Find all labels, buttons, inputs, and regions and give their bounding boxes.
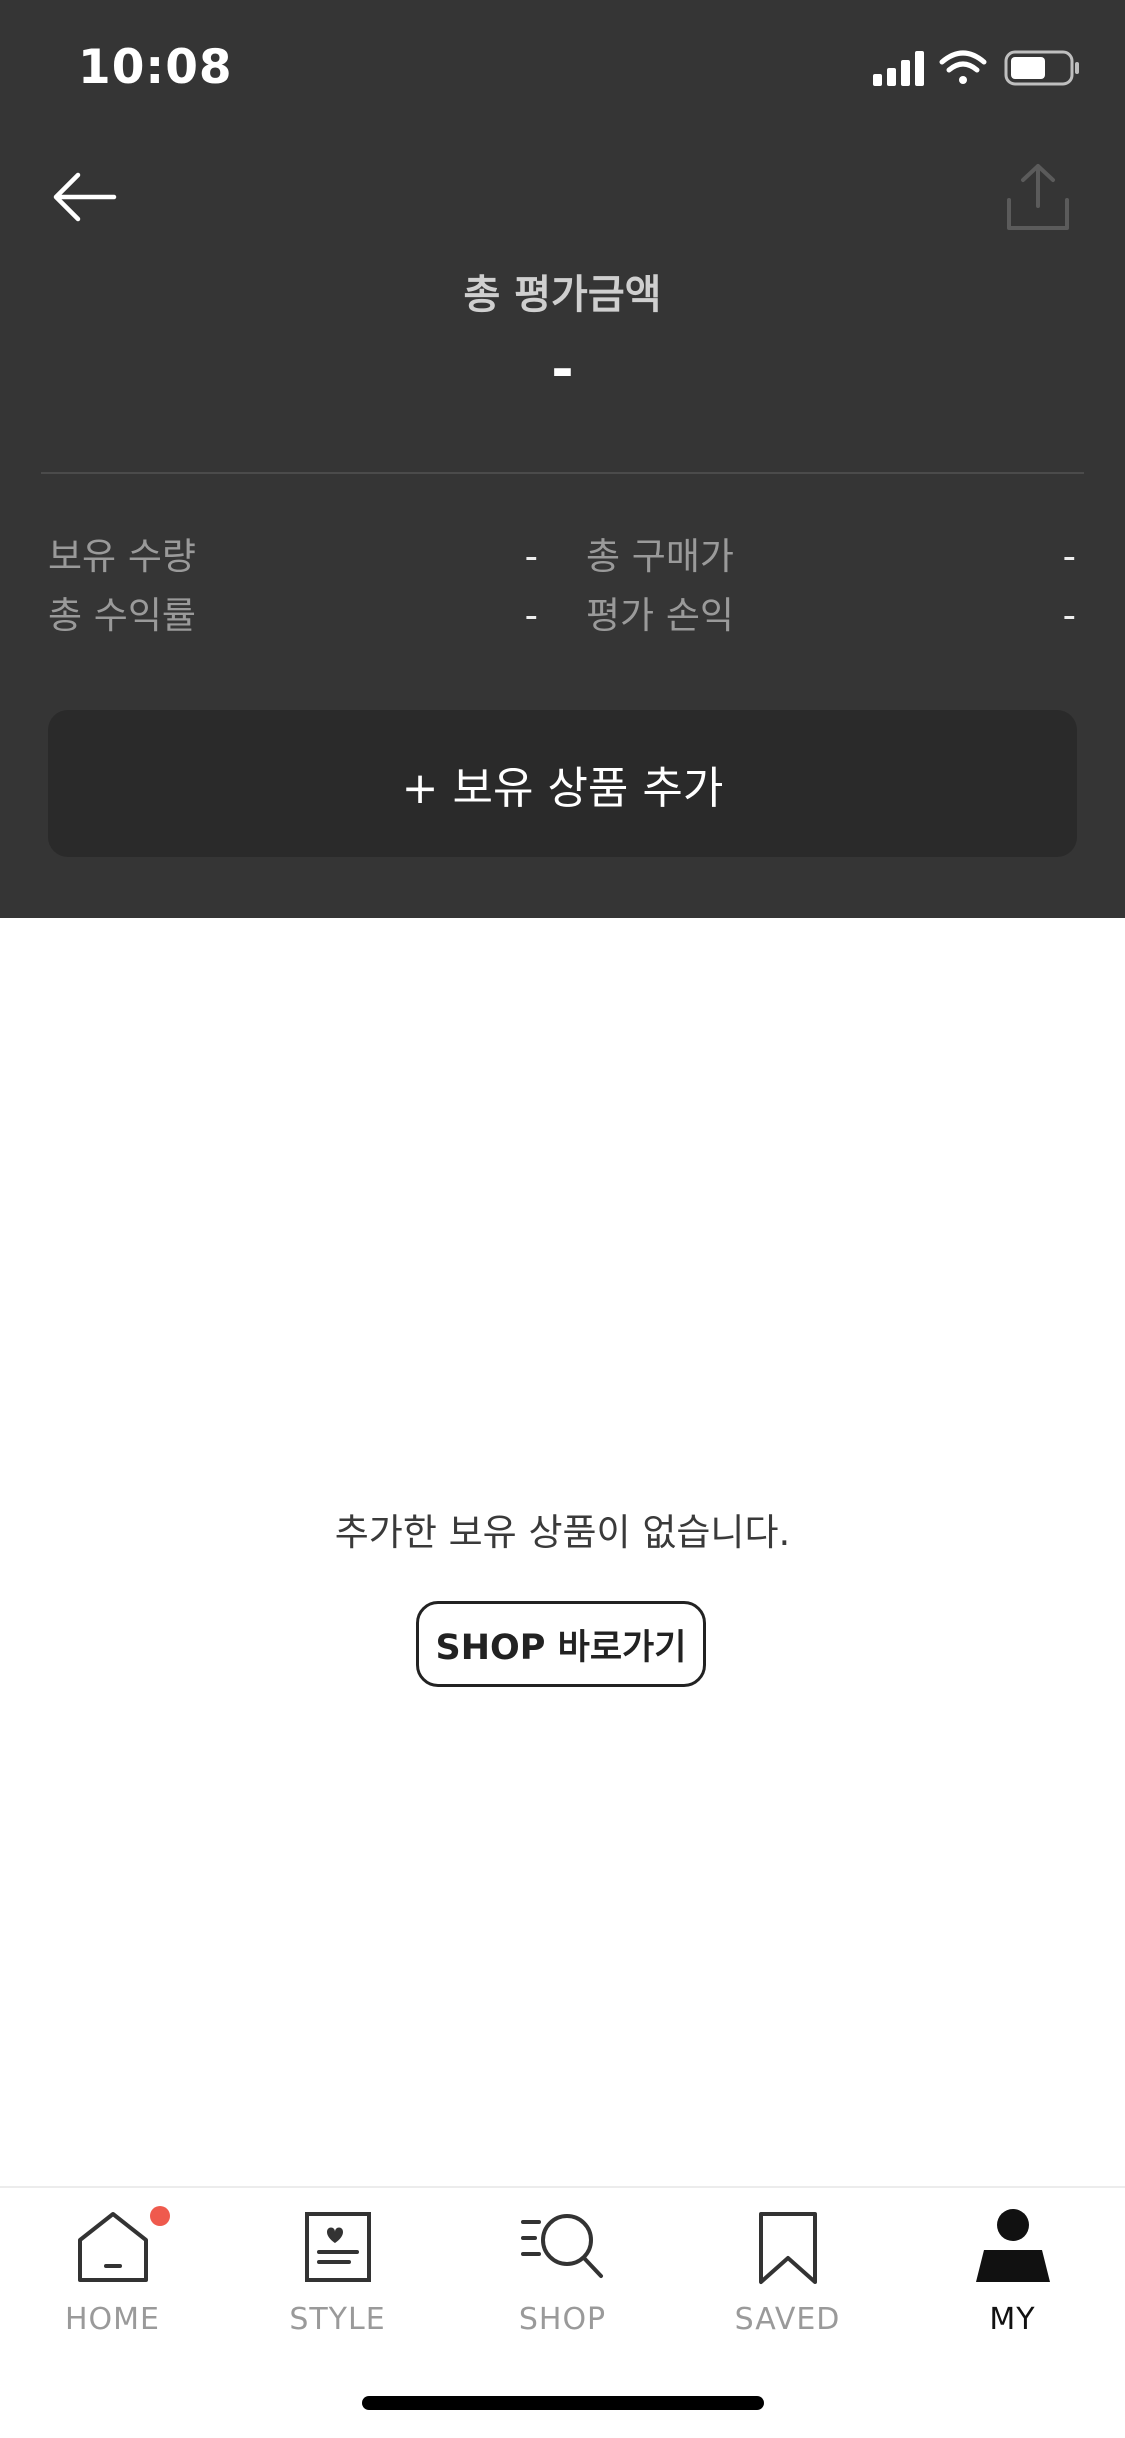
signal-icon [873,51,924,86]
notification-badge [150,2206,170,2226]
empty-state-message: 추가한 보유 상품이 없습니다. [334,1511,791,1554]
stat-total-return-rate: 총 수익률 - [48,591,538,641]
total-valuation-label: 총 평가금액 [463,272,662,318]
total-valuation-value: - [551,338,574,401]
tab-shop[interactable]: SHOP [450,2208,675,2348]
stat-holding-quantity: 보유 수량 - [48,532,538,582]
home-indicator [362,2396,764,2410]
stat-valuation-profit-loss: 평가 손익 - [586,591,1076,641]
home-icon [78,2212,148,2282]
stat-value: - [1062,535,1076,578]
bookmark-icon [759,2212,817,2284]
back-arrow-icon[interactable] [48,160,122,234]
profile-icon [976,2209,1050,2282]
tab-label: MY [989,2302,1036,2337]
tab-style[interactable]: STYLE [225,2208,450,2348]
shop-search-icon [521,2214,603,2278]
tab-saved[interactable]: SAVED [675,2208,900,2348]
portfolio-summary-panel: 10:08 총 평가금액 - 보유 수량 - 총 구매가 - 총 수익률 - 평… [0,0,1125,918]
stat-value: - [524,535,538,578]
tab-label: SAVED [734,2302,841,2337]
divider [41,472,1084,474]
status-icons [873,50,1079,86]
add-holding-button[interactable]: + 보유 상품 추가 [48,710,1077,857]
stat-label: 보유 수량 [48,535,196,578]
go-to-shop-button[interactable]: SHOP 바로가기 [416,1601,706,1687]
tab-home[interactable]: HOME [0,2206,225,2348]
status-bar: 10:08 [0,0,1125,140]
style-icon [305,2212,371,2282]
share-icon[interactable] [1001,160,1075,234]
tab-label: STYLE [289,2302,386,2337]
stat-total-purchase-price: 총 구매가 - [586,532,1076,582]
stat-value: - [524,594,538,637]
stat-value: - [1062,594,1076,637]
tab-label: SHOP [518,2302,607,2337]
tab-my[interactable]: MY [900,2208,1125,2348]
status-time: 10:08 [78,40,233,95]
wifi-icon [939,50,987,84]
battery-icon [1004,50,1079,86]
tab-label: HOME [64,2302,160,2337]
stat-label: 총 수익률 [48,594,196,637]
stat-label: 평가 손익 [586,594,734,637]
stat-label: 총 구매가 [586,535,734,578]
